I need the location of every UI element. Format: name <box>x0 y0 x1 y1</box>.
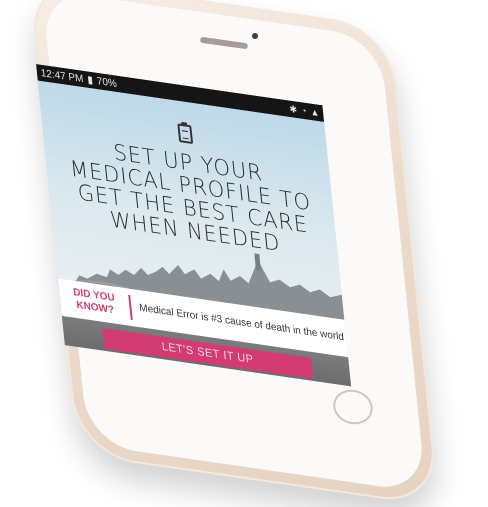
phone-device: 12:47 PM ▮ 70% ✱ ◔ ▲ SET UP YOUR MEDICAL… <box>0 0 488 507</box>
wifi-icon: ◔ <box>300 104 307 116</box>
did-you-know-label: DID YOU KNOW? <box>58 284 133 321</box>
app-screen: 12:47 PM ▮ 70% ✱ ◔ ▲ SET UP YOUR MEDICAL… <box>36 64 352 387</box>
status-icons: ✱ ◔ ▲ <box>289 103 320 119</box>
front-camera <box>252 33 258 39</box>
battery-level: 70% <box>96 75 118 90</box>
battery-icon: ▮ <box>86 73 94 87</box>
signal-icon: ▲ <box>309 106 320 118</box>
clipboard-icon <box>177 123 194 145</box>
bluetooth-icon: ✱ <box>288 103 298 115</box>
